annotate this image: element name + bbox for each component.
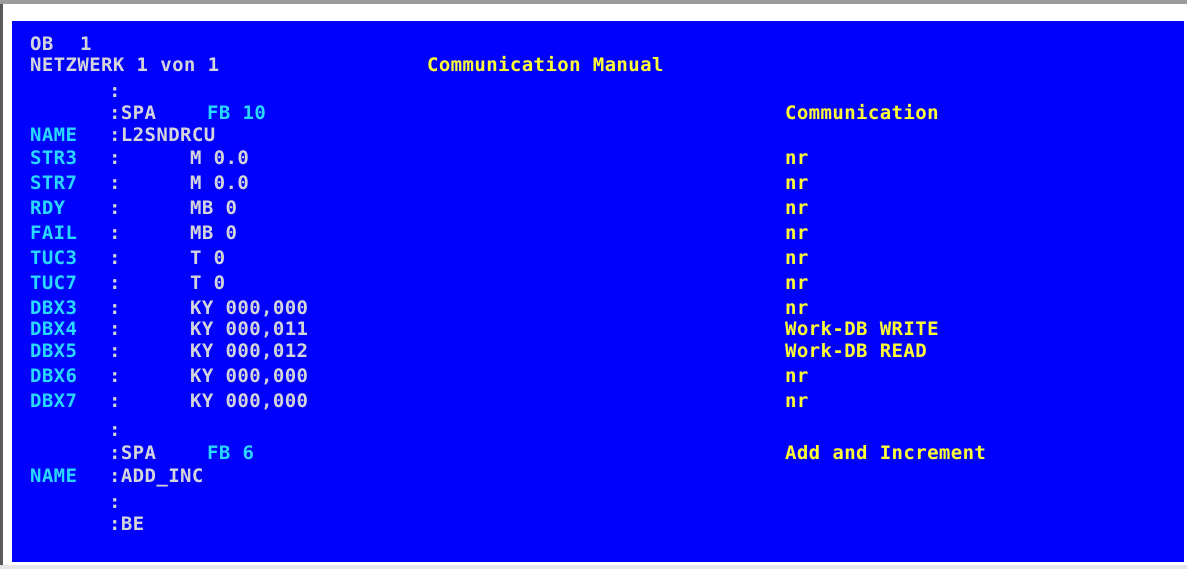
line-label: DBX5: [30, 340, 78, 362]
code-line[interactable]: STR7 : M 0.0 nr: [12, 172, 1184, 196]
line-comment: nr: [785, 272, 809, 294]
line-comment: Communication: [785, 102, 939, 124]
line-label: DBX4: [30, 318, 78, 340]
window-frame: OB 1 NETZWERK 1 von 1 Communication Manu…: [0, 0, 1187, 569]
line-operand: FB 6: [207, 442, 255, 464]
code-line[interactable]: RDY : MB 0 nr: [12, 197, 1184, 221]
code-line[interactable]: FAIL : MB 0 nr: [12, 222, 1184, 246]
line-sep: :: [109, 297, 121, 319]
line-comment: nr: [785, 247, 809, 269]
line-operand: T 0: [190, 272, 226, 294]
line-operand: FB 10: [207, 102, 267, 124]
line-comment: Work-DB READ: [785, 340, 928, 362]
network-label: NETZWERK 1 von 1: [30, 54, 220, 76]
line-comment: nr: [785, 147, 809, 169]
line-sep: :: [109, 491, 121, 513]
line-sep: :: [109, 365, 121, 387]
line-label: STR7: [30, 172, 78, 194]
line-label: STR3: [30, 147, 78, 169]
line-label: NAME: [30, 465, 78, 487]
line-sep: :: [109, 390, 121, 412]
line-sep: :: [109, 272, 121, 294]
line-comment: nr: [785, 390, 809, 412]
code-line[interactable]: TUC3 : T 0 nr: [12, 247, 1184, 271]
line-operand: KY 000,000: [190, 365, 309, 387]
line-sep: :: [109, 318, 121, 340]
line-operand: KY 000,000: [190, 297, 309, 319]
line-comment: nr: [785, 172, 809, 194]
code-line[interactable]: :SPA FB 6 Add and Increment: [12, 442, 1184, 466]
code-line[interactable]: :: [12, 80, 1184, 104]
header-network-line: NETZWERK 1 von 1 Communication Manual: [12, 54, 1184, 78]
line-operand: KY 000,000: [190, 390, 309, 412]
line-sep: :ADD_INC: [109, 465, 204, 487]
code-line[interactable]: :: [12, 491, 1184, 515]
line-label: DBX7: [30, 390, 78, 412]
ob-number: 1: [80, 33, 92, 55]
code-line[interactable]: NAME :L2SNDRCU: [12, 124, 1184, 148]
code-line[interactable]: TUC7 : T 0 nr: [12, 272, 1184, 296]
line-comment: Work-DB WRITE: [785, 318, 939, 340]
line-label: RDY: [30, 197, 66, 219]
line-comment: nr: [785, 297, 809, 319]
line-sep: :: [109, 340, 121, 362]
line-sep: :: [109, 197, 121, 219]
line-label: FAIL: [30, 222, 78, 244]
code-line[interactable]: DBX5 : KY 000,012 Work-DB READ: [12, 340, 1184, 364]
code-line[interactable]: STR3 : M 0.0 nr: [12, 147, 1184, 171]
line-sep: :: [109, 419, 121, 441]
line-comment: nr: [785, 222, 809, 244]
line-sep: :SPA: [109, 442, 157, 464]
code-line[interactable]: DBX4 : KY 000,011 Work-DB WRITE: [12, 318, 1184, 342]
line-comment: Add and Increment: [785, 442, 987, 464]
ob-label: OB: [30, 33, 54, 55]
line-comment: nr: [785, 197, 809, 219]
top-border: [0, 0, 1187, 4]
line-operand: MB 0: [190, 197, 238, 219]
line-operand: KY 000,011: [190, 318, 309, 340]
left-border: [0, 4, 3, 565]
line-operand: MB 0: [190, 222, 238, 244]
line-comment: nr: [785, 365, 809, 387]
line-sep: :: [109, 247, 121, 269]
page-title: Communication Manual: [427, 54, 664, 76]
line-sep: :L2SNDRCU: [109, 124, 216, 146]
line-operand: T 0: [190, 247, 226, 269]
line-sep: :: [109, 172, 121, 194]
line-sep: :: [109, 80, 121, 102]
code-line[interactable]: DBX7 : KY 000,000 nr: [12, 390, 1184, 414]
code-line[interactable]: :SPA FB 10 Communication: [12, 102, 1184, 126]
line-operand: M 0.0: [190, 172, 250, 194]
code-line[interactable]: :BE: [12, 513, 1184, 537]
bottom-border: [0, 565, 1187, 569]
code-line[interactable]: DBX6 : KY 000,000 nr: [12, 365, 1184, 389]
line-sep: :SPA: [109, 102, 157, 124]
plc-editor-screen[interactable]: OB 1 NETZWERK 1 von 1 Communication Manu…: [12, 21, 1184, 562]
line-label: DBX6: [30, 365, 78, 387]
code-line[interactable]: :: [12, 419, 1184, 443]
line-operand: M 0.0: [190, 147, 250, 169]
code-line[interactable]: NAME :ADD_INC: [12, 465, 1184, 489]
line-label: TUC3: [30, 247, 78, 269]
line-sep: :: [109, 147, 121, 169]
line-sep: :: [109, 222, 121, 244]
line-label: DBX3: [30, 297, 78, 319]
line-sep: :BE: [109, 513, 145, 535]
line-label: NAME: [30, 124, 78, 146]
line-label: TUC7: [30, 272, 78, 294]
line-operand: KY 000,012: [190, 340, 309, 362]
